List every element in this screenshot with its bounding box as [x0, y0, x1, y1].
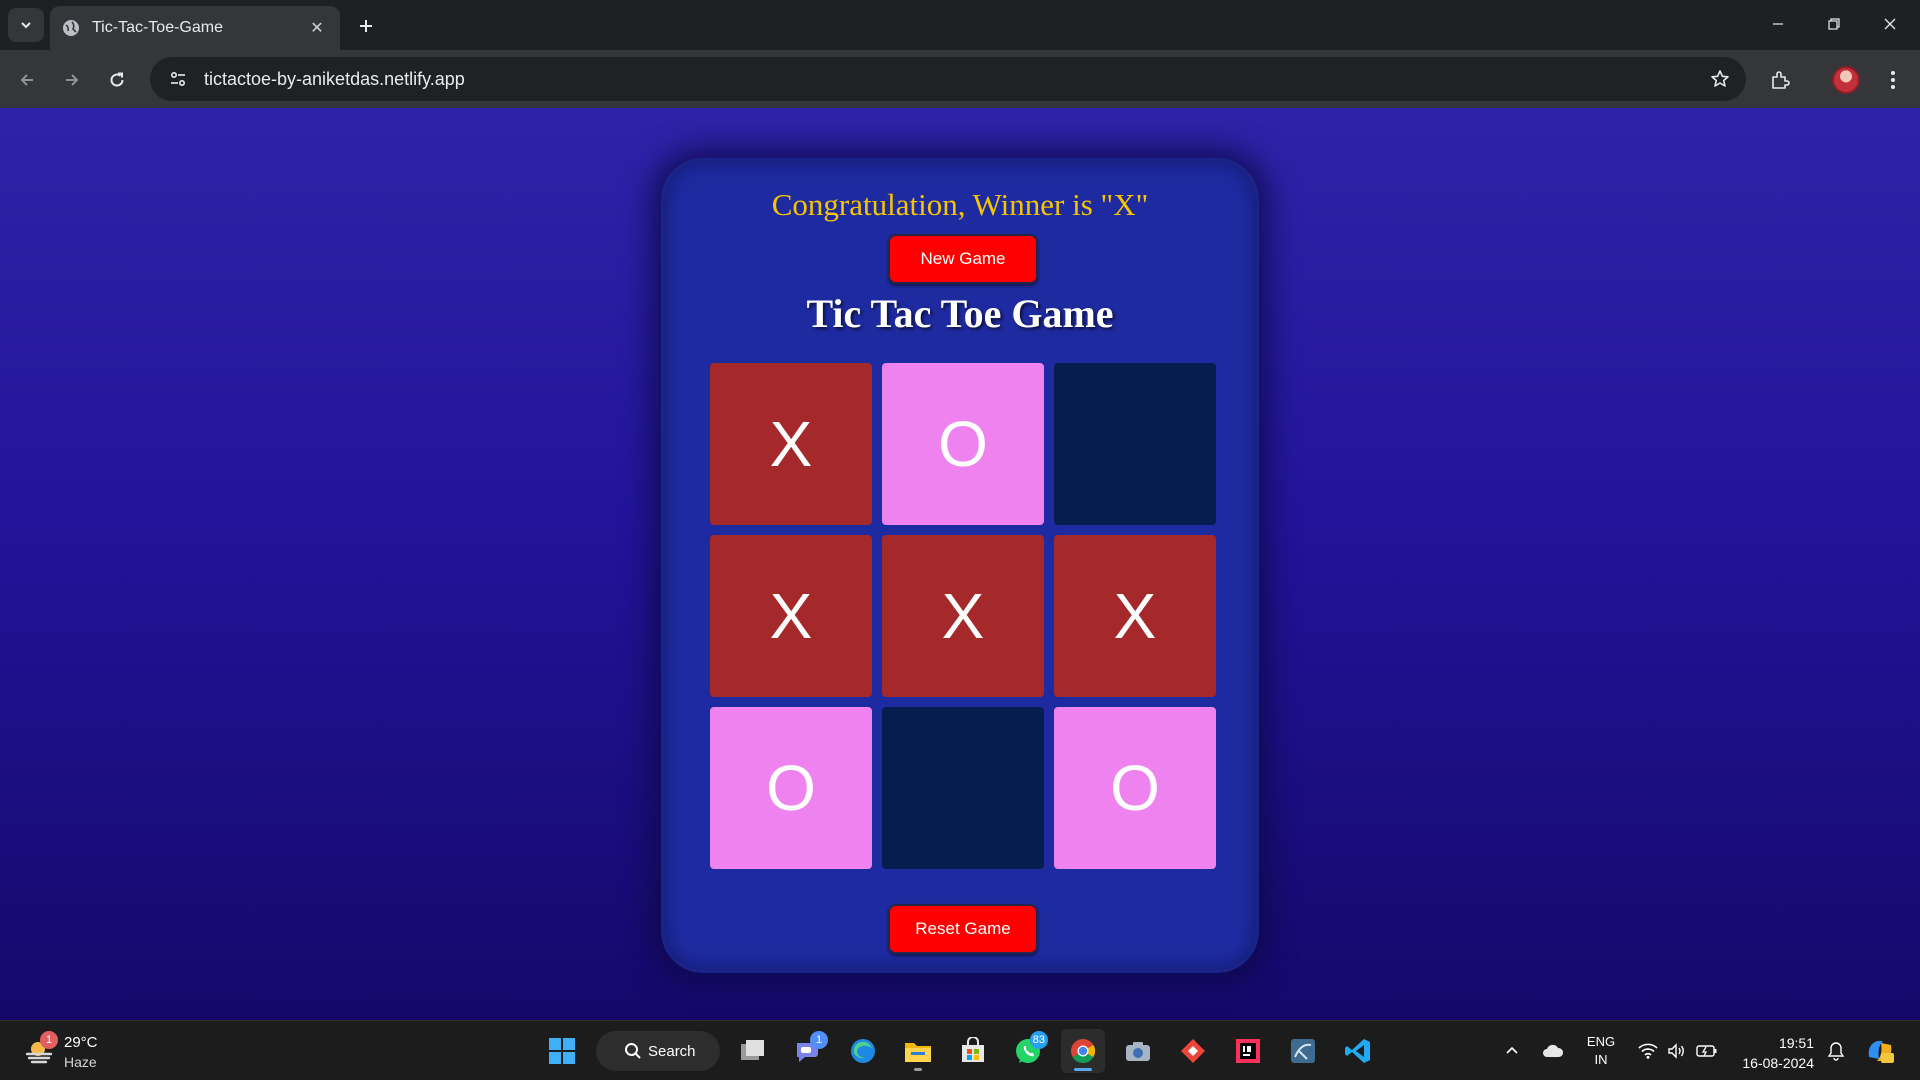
avatar-image [1832, 66, 1860, 94]
close-icon [1884, 18, 1896, 30]
plus-icon [360, 20, 372, 32]
new-tab-button[interactable] [352, 12, 380, 40]
intellij-app[interactable] [1226, 1029, 1270, 1073]
board-cell-r2-c3[interactable]: X [1054, 535, 1216, 697]
running-indicator [914, 1068, 922, 1071]
globe-icon [62, 19, 80, 37]
browser-tab-bar: Tic-Tac-Toe-Game ✕ [0, 0, 1920, 50]
weather-widget[interactable]: 1 29°C Haze [20, 1029, 110, 1073]
teams-app[interactable]: 1 [786, 1029, 830, 1073]
restore-icon [1828, 18, 1840, 30]
back-button[interactable] [10, 63, 44, 97]
game-board: XOXXXOO [710, 363, 1216, 869]
taskbar-search[interactable]: Search [596, 1031, 720, 1071]
bookmark-star-icon[interactable] [1700, 59, 1740, 99]
arrow-left-icon [20, 74, 33, 86]
new-game-button[interactable]: New Game [888, 234, 1038, 284]
wifi-icon[interactable] [1636, 1039, 1660, 1063]
board-cell-r2-c2[interactable]: X [882, 535, 1044, 697]
clock-time: 19:51 [1778, 1035, 1814, 1051]
notification-bell-icon[interactable] [1824, 1039, 1848, 1063]
store-icon [962, 1037, 984, 1062]
camera-app[interactable] [1116, 1029, 1160, 1073]
board-cell-r3-c1[interactable]: O [710, 707, 872, 869]
close-tab-icon[interactable]: ✕ [306, 17, 328, 39]
tab-title: Tic-Tac-Toe-Game [92, 19, 223, 36]
weather-alert-badge: 1 [40, 1031, 58, 1049]
file-explorer-app[interactable] [896, 1029, 940, 1073]
arrow-right-icon [66, 74, 79, 86]
forward-button[interactable] [55, 63, 89, 97]
edge-app[interactable] [841, 1029, 885, 1073]
mysql-workbench-app[interactable] [1281, 1029, 1325, 1073]
site-settings-icon[interactable] [164, 65, 192, 93]
tab-search-button[interactable] [8, 8, 44, 42]
search-icon [625, 1043, 641, 1059]
whatsapp-app[interactable]: 83 [1006, 1029, 1050, 1073]
board-cell-r1-c2[interactable]: O [882, 363, 1044, 525]
weather-temperature: 29°C [64, 1034, 98, 1051]
browser-menu-button[interactable] [1875, 62, 1911, 98]
extensions-icon[interactable] [1762, 62, 1798, 98]
language-code: ENG [1586, 1034, 1616, 1049]
chevron-down-icon [21, 22, 31, 29]
windows-taskbar: 1 29°C Haze Search 1 83 ENG IN 19:51 16-… [0, 1020, 1920, 1080]
weather-condition: Haze [64, 1054, 97, 1070]
active-indicator [1074, 1068, 1092, 1071]
reset-game-button[interactable]: Reset Game [888, 904, 1038, 954]
vscode-app[interactable] [1336, 1029, 1380, 1073]
microsoft-store-app[interactable] [951, 1029, 995, 1073]
reload-icon [110, 72, 124, 87]
folder-icon [905, 1043, 931, 1062]
board-cell-r1-c3[interactable] [1054, 363, 1216, 525]
minimize-button[interactable] [1756, 8, 1800, 40]
board-cell-r3-c2[interactable] [882, 707, 1044, 869]
whatsapp-notification-badge: 83 [1029, 1031, 1048, 1049]
winner-message: Congratulation, Winner is "X" [771, 187, 1149, 222]
chrome-icon [1071, 1039, 1096, 1064]
show-hidden-icons-chevron[interactable] [1500, 1039, 1524, 1063]
battery-charging-icon[interactable] [1695, 1039, 1719, 1063]
chrome-app[interactable] [1061, 1029, 1105, 1073]
close-window-button[interactable] [1868, 8, 1912, 40]
copilot-icon [1868, 1041, 1894, 1063]
board-cell-r1-c1[interactable]: X [710, 363, 872, 525]
address-bar[interactable]: tictactoe-by-aniketdas.netlify.app [150, 57, 1746, 101]
camera-icon [1126, 1042, 1150, 1061]
volume-icon[interactable] [1665, 1039, 1689, 1063]
start-button[interactable] [540, 1029, 584, 1073]
windows-logo-icon [549, 1038, 575, 1064]
board-cell-r3-c3[interactable]: O [1054, 707, 1216, 869]
language-indicator[interactable]: ENG IN [1586, 1033, 1616, 1069]
onedrive-cloud-icon[interactable] [1541, 1039, 1565, 1063]
clock-date: 16-08-2024 [1742, 1055, 1814, 1071]
profile-avatar[interactable] [1828, 62, 1864, 98]
url-text[interactable]: tictactoe-by-aniketdas.netlify.app [204, 69, 1700, 90]
copilot-app[interactable] [1860, 1029, 1900, 1073]
browser-tab[interactable]: Tic-Tac-Toe-Game ✕ [50, 6, 340, 50]
anydesk-app[interactable] [1171, 1029, 1215, 1073]
more-vertical-icon [1891, 71, 1895, 89]
anydesk-icon [1181, 1039, 1205, 1063]
region-code: IN [1594, 1052, 1608, 1067]
restore-button[interactable] [1812, 8, 1856, 40]
database-workbench-icon [1291, 1039, 1315, 1063]
search-label: Search [648, 1042, 696, 1060]
task-view-icon [741, 1040, 764, 1060]
board-cell-r2-c1[interactable]: X [710, 535, 872, 697]
task-view-button[interactable] [731, 1029, 775, 1073]
system-clock[interactable]: 19:51 16-08-2024 [1734, 1033, 1814, 1073]
page-viewport: Congratulation, Winner is "X" New Game T… [0, 108, 1920, 1020]
game-card: Congratulation, Winner is "X" New Game T… [661, 158, 1259, 973]
minimize-icon [1773, 23, 1783, 25]
teams-notification-badge: 1 [810, 1031, 828, 1049]
page-title: Tic Tac Toe Game [806, 291, 1114, 336]
edge-icon [851, 1039, 875, 1063]
browser-toolbar: tictactoe-by-aniketdas.netlify.app [0, 50, 1920, 108]
intellij-icon [1236, 1039, 1260, 1063]
reload-button[interactable] [100, 63, 134, 97]
vscode-icon [1345, 1039, 1370, 1063]
